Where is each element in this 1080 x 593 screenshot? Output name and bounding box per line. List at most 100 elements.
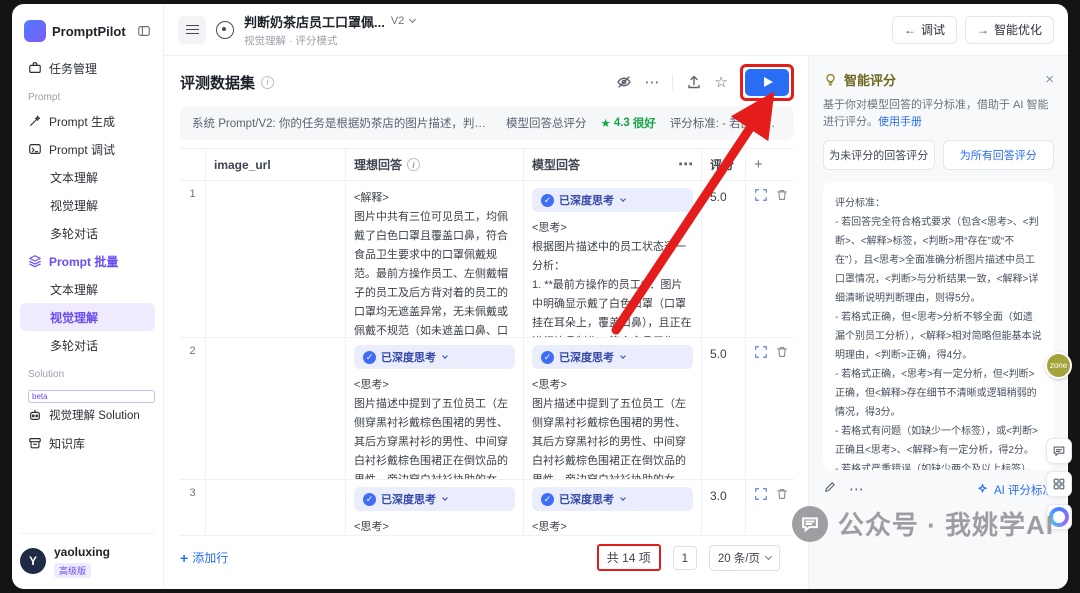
more-options-icon[interactable]: ⋯ bbox=[678, 157, 693, 172]
score-unscored-button[interactable]: 为未评分的回答评分 bbox=[823, 140, 935, 170]
sparkle-icon bbox=[976, 483, 989, 496]
sidebar-item-debug-chat[interactable]: 多轮对话 bbox=[20, 219, 155, 247]
page-size-select[interactable]: 20 条/页 bbox=[709, 545, 780, 571]
column-header-ideal[interactable]: 理想回答i bbox=[346, 149, 524, 180]
column-header-model[interactable]: 模型回答⋯ bbox=[524, 149, 702, 180]
play-icon bbox=[764, 77, 773, 87]
column-header-image[interactable]: image_url bbox=[206, 149, 346, 180]
ideal-answer-cell[interactable]: <解释> 图片中共有三位可见员工，均佩戴了白色口罩且覆盖口鼻，符合食品卫生要求中… bbox=[346, 181, 524, 337]
deep-think-chip[interactable]: ✓ 已深度思考 bbox=[532, 345, 693, 369]
add-row-label: 添加行 bbox=[192, 549, 228, 566]
criteria-text: 评分标准： - 若回答完全符合格式要求（包含<思考>、<判断>、<解释>标签，<… bbox=[835, 198, 1042, 470]
plus-icon: + bbox=[180, 550, 188, 566]
criteria-preview[interactable]: 评分标准: - 若回答完全符... 若回答完... bbox=[670, 115, 782, 131]
sidebar-label: 多轮对话 bbox=[50, 225, 98, 242]
upload-icon[interactable] bbox=[685, 73, 703, 91]
annotation-red-box-total: 共 14 项 bbox=[597, 544, 661, 571]
sidebar-item-vision-solution[interactable]: 视觉理解 Solution bbox=[20, 401, 155, 429]
feedback-chat-button[interactable] bbox=[1046, 438, 1072, 464]
deep-think-chip[interactable]: ✓ 已深度思考 bbox=[354, 487, 515, 511]
column-header-score[interactable]: 评分 bbox=[702, 149, 746, 180]
more-options-icon[interactable]: ⋯ bbox=[645, 75, 660, 90]
app-window: PromptPilot 任务管理 Prompt Prompt 生成 Prompt… bbox=[12, 4, 1068, 589]
table-row: 3 ✓ 已深度思考 bbox=[180, 480, 794, 535]
page-1-button[interactable]: 1 bbox=[673, 546, 697, 570]
version-selector[interactable]: V2 bbox=[391, 15, 404, 27]
score-cell[interactable]: 5.0 bbox=[702, 181, 746, 337]
deep-think-chip[interactable]: ✓ 已深度思考 bbox=[354, 345, 515, 369]
watermark: 公众号 · 我姚学AI bbox=[792, 505, 1054, 542]
table-row: 2 ✓ bbox=[180, 338, 794, 480]
score-all-button[interactable]: 为所有回答评分 bbox=[943, 140, 1055, 170]
criteria-card[interactable]: 评分标准： - 若回答完全符合格式要求（包含<思考>、<判断>、<解释>标签，<… bbox=[823, 182, 1054, 470]
more-options-icon[interactable]: ⋯ bbox=[849, 482, 864, 497]
score-value: 4.3 bbox=[614, 117, 630, 129]
delete-row-icon[interactable] bbox=[775, 188, 789, 207]
run-evaluation-button[interactable] bbox=[745, 69, 789, 96]
ai-criteria-button[interactable]: AI 评分标准 bbox=[976, 482, 1054, 498]
sidebar-item-knowledge-base[interactable]: 知识库 bbox=[20, 429, 155, 457]
sidebar-item-batch-chat[interactable]: 多轮对话 bbox=[20, 331, 155, 359]
delete-row-icon[interactable] bbox=[775, 487, 789, 506]
user-account[interactable]: Y yaoluxing 高级版 bbox=[20, 533, 155, 579]
add-column-button[interactable]: + bbox=[746, 149, 794, 180]
briefcase-icon bbox=[28, 61, 42, 75]
image-cell[interactable] bbox=[206, 338, 346, 479]
system-prompt-bar: 系统 Prompt/V2: 你的任务是根据奶茶店的图片描述，判断奶茶... 模型… bbox=[180, 106, 794, 140]
logo-row: PromptPilot bbox=[20, 18, 155, 54]
sidebar-item-task-management[interactable]: 任务管理 bbox=[20, 54, 155, 82]
score-cell[interactable]: 3.0 bbox=[702, 480, 746, 535]
sidebar-label: 视觉理解 Solution bbox=[49, 407, 140, 423]
sidebar-item-prompt-generate[interactable]: Prompt 生成 bbox=[20, 107, 155, 135]
sidebar: PromptPilot 任务管理 Prompt Prompt 生成 Prompt… bbox=[12, 4, 164, 589]
image-cell[interactable] bbox=[206, 181, 346, 337]
check-icon: ✓ bbox=[541, 194, 554, 207]
close-icon[interactable]: × bbox=[1045, 72, 1054, 87]
ideal-answer-cell[interactable]: ✓ 已深度思考 <思考> 图片描述中提到了五位员工（左侧穿黑衬衫戴棕色围裙的男性… bbox=[346, 338, 524, 479]
manual-link[interactable]: 使用手册 bbox=[878, 116, 922, 128]
add-row-button[interactable]: + 添加行 bbox=[180, 549, 228, 566]
apps-grid-button[interactable] bbox=[1046, 471, 1072, 497]
sidebar-item-debug-vision[interactable]: 视觉理解 bbox=[20, 191, 155, 219]
menu-button[interactable] bbox=[178, 16, 206, 44]
terminal-icon bbox=[28, 142, 42, 156]
expand-row-icon[interactable] bbox=[754, 345, 768, 364]
hide-columns-icon[interactable] bbox=[615, 73, 633, 91]
model-answer-text: <思考> 图片描述中提到了五位员工（左侧穿黑衬衫戴棕色围裙的男性、其后方穿黑衬衫… bbox=[532, 379, 686, 479]
chevron-down-icon bbox=[409, 16, 416, 23]
deep-think-chip[interactable]: ✓ 已深度思考 bbox=[532, 487, 693, 511]
deep-think-label: 已深度思考 bbox=[381, 491, 436, 507]
sidebar-item-batch-vision-active[interactable]: 视觉理解 bbox=[20, 303, 155, 331]
smart-optimize-button[interactable]: → 智能优化 bbox=[965, 16, 1054, 44]
deep-think-chip[interactable]: ✓ 已深度思考 bbox=[532, 188, 693, 212]
target-icon[interactable] bbox=[216, 21, 234, 39]
delete-row-icon[interactable] bbox=[775, 345, 789, 364]
ideal-answer-cell[interactable]: ✓ 已深度思考 <思考> bbox=[346, 480, 524, 535]
model-answer-cell[interactable]: ✓ 已深度思考 <思考> 根据图片描述中的员工状态逐一分析： 1. **最前方操… bbox=[524, 181, 702, 337]
chevron-down-icon bbox=[442, 353, 448, 359]
sidebar-item-batch-text[interactable]: 文本理解 bbox=[20, 275, 155, 303]
score-cell[interactable]: 5.0 bbox=[702, 338, 746, 479]
sidebar-item-prompt-batch[interactable]: Prompt 批量 bbox=[20, 247, 155, 275]
model-answer-cell[interactable]: ✓ 已深度思考 <思考> bbox=[524, 480, 702, 535]
debug-button[interactable]: ← 调试 bbox=[892, 16, 957, 44]
expand-row-icon[interactable] bbox=[754, 487, 768, 506]
main-area: 判断奶茶店员工口罩佩... V2 视觉理解 · 评分模式 ← 调试 → 智能优化 bbox=[164, 4, 1068, 589]
sidebar-item-prompt-debug[interactable]: Prompt 调试 bbox=[20, 135, 155, 163]
system-prompt-preview[interactable]: 系统 Prompt/V2: 你的任务是根据奶茶店的图片描述，判断奶茶... bbox=[192, 115, 492, 131]
image-cell[interactable] bbox=[206, 480, 346, 535]
chevron-down-icon bbox=[620, 196, 626, 202]
score-value: 5.0 bbox=[710, 347, 727, 361]
sidebar-item-debug-text[interactable]: 文本理解 bbox=[20, 163, 155, 191]
collapse-sidebar-icon[interactable] bbox=[137, 24, 151, 38]
total-score: ★ 4.3 很好 bbox=[601, 115, 656, 131]
check-icon: ✓ bbox=[363, 351, 376, 364]
watermark-text: 公众号 · 我姚学AI bbox=[838, 505, 1054, 542]
favorite-star-icon[interactable]: ☆ bbox=[715, 75, 728, 90]
plan-badge: 高级版 bbox=[54, 563, 91, 578]
annotation-red-box-play bbox=[740, 64, 794, 101]
model-answer-cell[interactable]: ✓ 已深度思考 <思考> 图片描述中提到了五位员工（左侧穿黑衬衫戴棕色围裙的男性… bbox=[524, 338, 702, 479]
back-arrow-icon: ← bbox=[904, 23, 916, 37]
expand-row-icon[interactable] bbox=[754, 188, 768, 207]
edit-criteria-icon[interactable] bbox=[823, 480, 837, 499]
